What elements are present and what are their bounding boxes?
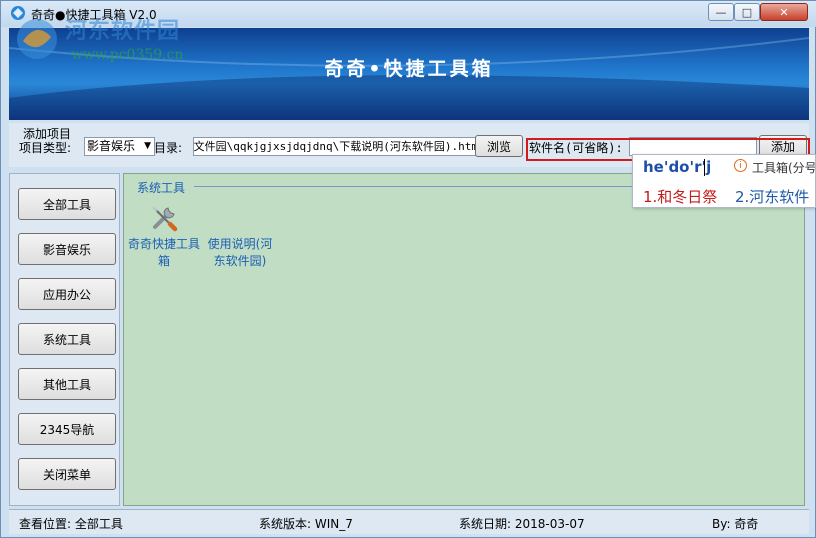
browse-button[interactable]: 浏览 — [475, 135, 523, 157]
watermark-title: 河东软件园 — [65, 19, 181, 44]
ime-hint-text: 工具箱(分号 — [752, 161, 816, 175]
minimize-button[interactable]: — — [708, 3, 734, 21]
item-type-select[interactable]: 影音娱乐 ▼ — [84, 137, 155, 156]
directory-value: 文件园\qqkjgjxsjdqjdnq\下载说明(河东软件园).htm — [193, 140, 478, 153]
directory-input[interactable]: 文件园\qqkjgjxsjdqjdnq\下载说明(河东软件园).htm — [193, 137, 479, 156]
wrench-screwdriver-icon[interactable] — [148, 202, 180, 234]
tool-item[interactable]: 奇奇快捷工具箱 — [128, 200, 204, 272]
sidebar-item-system-tools[interactable]: 系统工具 — [18, 323, 116, 355]
info-icon: i — [734, 159, 747, 172]
sidebar-item-office[interactable]: 应用办公 — [18, 278, 116, 310]
ime-candidate-2[interactable]: 2.河东软件 — [735, 186, 809, 207]
group-title: 系统工具 — [137, 179, 190, 196]
close-button[interactable]: ✕ — [760, 3, 808, 21]
ime-candidate-1[interactable]: 1.和冬日祭 — [643, 186, 717, 207]
item-type-label: 项目类型: — [19, 141, 72, 155]
status-date: 系统日期: 2018-03-07 — [459, 517, 585, 531]
dropdown-arrow-icon[interactable]: ▼ — [144, 138, 151, 155]
sidebar-item-media[interactable]: 影音娱乐 — [18, 233, 116, 265]
watermark-url: www.pc0359.cn — [71, 47, 184, 63]
ime-caret — [704, 159, 705, 176]
item-type-value: 影音娱乐 — [87, 139, 136, 153]
maximize-button[interactable]: □ — [734, 3, 760, 21]
status-location: 查看位置: 全部工具 — [19, 517, 123, 531]
status-bar: 查看位置: 全部工具 系统版本: WIN_7 系统日期: 2018-03-07 … — [9, 509, 809, 534]
sidebar-item-other-tools[interactable]: 其他工具 — [18, 368, 116, 400]
sidebar-item-2345-nav[interactable]: 2345导航 — [18, 413, 116, 445]
tool-item[interactable]: 使用说明(河东软件园) — [202, 200, 278, 272]
directory-label: 目录: — [154, 141, 183, 155]
category-sidebar: 全部工具 影音娱乐 应用办公 系统工具 其他工具 2345导航 关闭菜单 — [9, 173, 120, 506]
ime-candidate-popup[interactable]: he'do'r'j i 工具箱(分号 1.和冬日祭 2.河东软件 — [632, 154, 816, 208]
tool-label: 使用说明(河东软件园) — [207, 237, 273, 268]
status-author: By: 奇奇 — [712, 517, 759, 531]
app-window: 奇奇●快捷工具箱 V2.0 — □ ✕ 奇奇•快捷工具箱 河东软件园 www.p… — [0, 0, 816, 538]
ime-composition-text: he'do'r'j — [643, 158, 712, 176]
tool-label: 奇奇快捷工具箱 — [128, 237, 201, 268]
tools-panel: 系统工具 奇奇快捷工具箱 使用说明(河东软件园) — [123, 173, 805, 506]
sidebar-item-all-tools[interactable]: 全部工具 — [18, 188, 116, 220]
sidebar-item-close-menu[interactable]: 关闭菜单 — [18, 458, 116, 490]
status-version: 系统版本: WIN_7 — [259, 517, 353, 531]
